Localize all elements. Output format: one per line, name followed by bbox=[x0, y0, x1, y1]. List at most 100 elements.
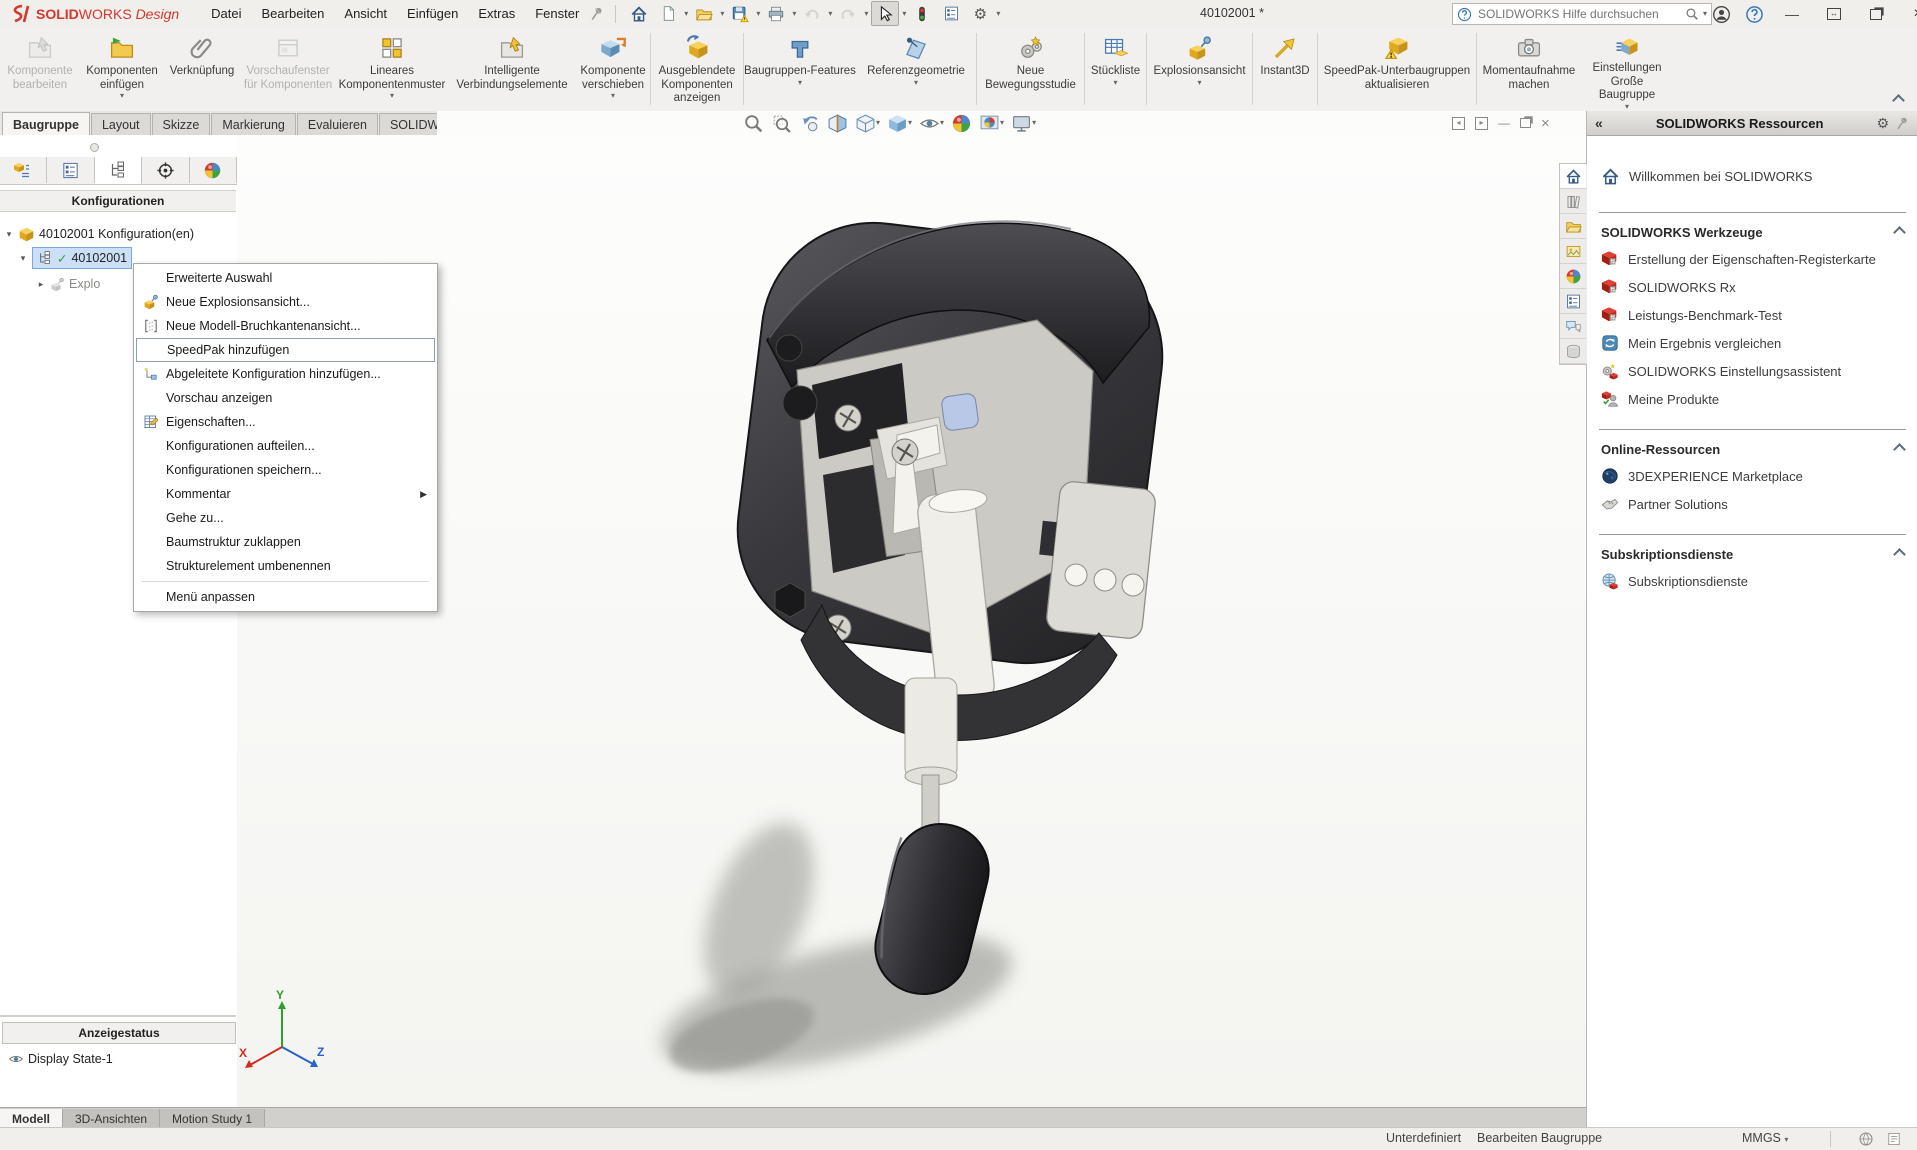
item-ergebnis-vergleichen[interactable]: Mein Ergebnis vergleichen bbox=[1587, 329, 1917, 357]
menu-pin-icon[interactable] bbox=[589, 6, 605, 22]
pane-gear-icon[interactable]: ⚙ bbox=[1876, 115, 1889, 132]
ribbon-insert-components-button[interactable]: Komponenten einfügen▾ bbox=[80, 27, 164, 111]
item-einstellungsassistent[interactable]: SOLIDWORKS Einstellungsassistent bbox=[1587, 357, 1917, 385]
menu-item-speedpak-hinzufuegen[interactable]: SpeedPak hinzufügen bbox=[136, 338, 435, 362]
tree-exploded-view[interactable]: ▸ Explo bbox=[36, 273, 100, 295]
help-search-box[interactable]: ▾ bbox=[1452, 3, 1712, 25]
expand-arrow-icon[interactable]: ▾ bbox=[4, 229, 14, 240]
section-solidworks-werkzeuge[interactable]: SOLIDWORKS Werkzeuge bbox=[1587, 219, 1917, 245]
minimize-button[interactable]: — bbox=[1778, 2, 1806, 26]
item-subskriptionsdienste[interactable]: Subskriptionsdienste bbox=[1587, 567, 1917, 595]
menu-item-menue-anpassen[interactable]: Menü anpassen bbox=[136, 585, 435, 609]
item-partner-solutions[interactable]: Partner Solutions bbox=[1587, 490, 1917, 518]
tab-skizze[interactable]: Skizze bbox=[152, 113, 211, 137]
display-style-button[interactable]: ▾ bbox=[887, 113, 912, 134]
rebuild-button[interactable] bbox=[909, 2, 935, 25]
collapse-arrow-icon[interactable]: ▸ bbox=[36, 279, 46, 290]
print-button[interactable] bbox=[763, 2, 789, 25]
menu-fenster[interactable]: Fenster bbox=[525, 0, 589, 27]
ribbon-assembly-features-button[interactable]: Baugruppen-Features▾ bbox=[744, 27, 856, 111]
open-button[interactable] bbox=[691, 2, 717, 25]
panel-splitter-handle[interactable] bbox=[90, 143, 99, 152]
strip-view-palette-tab[interactable] bbox=[1560, 239, 1586, 264]
collapse-section-icon[interactable] bbox=[1893, 226, 1906, 239]
collapse-pane-icon[interactable]: « bbox=[1595, 115, 1603, 131]
ribbon-edit-component-button[interactable]: Komponente bearbeiten bbox=[0, 27, 80, 111]
section-subskriptionsdienste[interactable]: Subskriptionsdienste bbox=[1587, 541, 1917, 567]
menu-item-vorschau-anzeigen[interactable]: Vorschau anzeigen bbox=[136, 386, 435, 410]
strip-library-tab[interactable] bbox=[1560, 339, 1586, 364]
section-view-icon[interactable] bbox=[827, 113, 848, 134]
strip-appearances-tab[interactable] bbox=[1560, 264, 1586, 289]
menu-extras[interactable]: Extras bbox=[468, 0, 525, 27]
tab-layout[interactable]: Layout bbox=[91, 113, 151, 137]
item-eigenschaften-registerkarte[interactable]: Erstellung der Eigenschaften-Registerkar… bbox=[1587, 245, 1917, 273]
ribbon-bill-of-materials-button[interactable]: Stückliste▾ bbox=[1085, 27, 1146, 111]
redo-button[interactable] bbox=[835, 2, 861, 25]
zoom-to-fit-icon[interactable] bbox=[743, 113, 764, 134]
tree-root-configuration[interactable]: ▾ 40102001 Konfiguration(en) bbox=[4, 223, 234, 245]
expand-arrow-icon[interactable]: ▾ bbox=[18, 253, 28, 264]
welcome-link[interactable]: Willkommen bei SOLIDWORKS bbox=[1587, 162, 1917, 190]
open-dropdown[interactable]: ▾ bbox=[720, 10, 724, 18]
save-dropdown[interactable]: ▾ bbox=[756, 10, 760, 18]
item-3dexperience-marketplace[interactable]: 3DEXPERIENCE Marketplace bbox=[1587, 462, 1917, 490]
menu-item-abgeleitete-konfiguration[interactable]: Abgeleitete Konfiguration hinzufügen... bbox=[136, 362, 435, 386]
edit-appearance-icon[interactable] bbox=[951, 113, 972, 134]
tab-markierung[interactable]: Markierung bbox=[211, 113, 296, 137]
item-solidworks-rx[interactable]: SOLIDWORKS Rx bbox=[1587, 273, 1917, 301]
tab-displaymanager[interactable] bbox=[190, 157, 237, 183]
doc-close-icon[interactable]: × bbox=[1541, 115, 1550, 132]
save-button[interactable] bbox=[727, 2, 753, 25]
ribbon-instant3d-button[interactable]: Instant3D bbox=[1253, 27, 1317, 111]
select-tool-button[interactable] bbox=[871, 1, 899, 26]
print-dropdown[interactable]: ▾ bbox=[792, 10, 796, 18]
menu-einfuegen[interactable]: Einfügen bbox=[397, 0, 468, 27]
hide-show-items-button[interactable]: ▾ bbox=[919, 113, 944, 134]
help-icon[interactable] bbox=[1745, 5, 1764, 24]
tab-modell[interactable]: Modell bbox=[0, 1109, 63, 1128]
tab-3d-ansichten[interactable]: 3D-Ansichten bbox=[63, 1109, 160, 1128]
ribbon-reference-geometry-button[interactable]: Referenzgeometrie▾ bbox=[856, 27, 976, 111]
menu-item-konfigurationen-aufteilen[interactable]: Konfigurationen aufteilen... bbox=[136, 434, 435, 458]
previous-view-icon[interactable] bbox=[799, 113, 820, 134]
tree-selected-configuration[interactable]: ▾ ✓ 40102001 bbox=[18, 247, 132, 269]
tab-motion-study[interactable]: Motion Study 1 bbox=[160, 1109, 265, 1128]
ribbon-smart-fasteners-button[interactable]: Intelligente Verbindungselemente bbox=[448, 27, 576, 111]
tab-configurationmanager[interactable] bbox=[95, 157, 142, 184]
ribbon-update-speedpak-button[interactable]: SpeedPak-Unterbaugruppen aktualisieren bbox=[1318, 27, 1476, 111]
menu-item-konfigurationen-speichern[interactable]: Konfigurationen speichern... bbox=[136, 458, 435, 482]
collapse-section-icon[interactable] bbox=[1893, 443, 1906, 456]
restore-button[interactable] bbox=[1862, 2, 1890, 26]
doc-restore-icon[interactable] bbox=[1520, 118, 1531, 128]
ribbon-exploded-view-button[interactable]: Explosionsansicht▾ bbox=[1147, 27, 1252, 111]
redo-dropdown[interactable]: ▾ bbox=[864, 10, 868, 18]
view-settings-button[interactable]: ▾ bbox=[1011, 113, 1036, 134]
close-button[interactable]: × bbox=[1904, 2, 1917, 26]
tab-evaluieren[interactable]: Evaluieren bbox=[297, 113, 378, 137]
ribbon-show-hidden-components-button[interactable]: Ausgeblendete Komponenten anzeigen bbox=[651, 27, 743, 111]
menu-item-baumstruktur-zuklappen[interactable]: Baumstruktur zuklappen bbox=[136, 530, 435, 554]
section-online-ressourcen[interactable]: Online-Ressourcen bbox=[1587, 436, 1917, 462]
search-input[interactable] bbox=[1476, 6, 1681, 22]
menu-item-eigenschaften[interactable]: Eigenschaften... bbox=[136, 410, 435, 434]
strip-forum-tab[interactable] bbox=[1560, 314, 1586, 339]
expand-button[interactable]: ↔ bbox=[1820, 2, 1848, 26]
notes-status-icon[interactable] bbox=[1886, 1131, 1902, 1147]
item-meine-produkte[interactable]: Meine Produkte bbox=[1587, 385, 1917, 413]
units-selector[interactable]: MMGS ▾ bbox=[1742, 1131, 1788, 1145]
menu-item-strukturelement-umbenennen[interactable]: Strukturelement umbenennen bbox=[136, 554, 435, 578]
tab-baugruppe[interactable]: Baugruppe bbox=[2, 112, 90, 137]
menu-item-gehe-zu[interactable]: Gehe zu... bbox=[136, 506, 435, 530]
user-account-icon[interactable] bbox=[1712, 5, 1731, 24]
menu-bearbeiten[interactable]: Bearbeiten bbox=[252, 0, 335, 27]
home-button[interactable] bbox=[626, 2, 652, 25]
strip-resources-tab[interactable] bbox=[1560, 164, 1586, 189]
select-dropdown[interactable]: ▾ bbox=[902, 10, 906, 18]
menu-item-erweiterte-auswahl[interactable]: Erweiterte Auswahl bbox=[136, 266, 435, 290]
new-document-button[interactable] bbox=[655, 2, 681, 25]
undo-button[interactable] bbox=[799, 2, 825, 25]
undo-dropdown[interactable]: ▾ bbox=[828, 10, 832, 18]
strip-file-explorer-tab[interactable] bbox=[1560, 214, 1586, 239]
web-status-icon[interactable] bbox=[1858, 1131, 1874, 1147]
